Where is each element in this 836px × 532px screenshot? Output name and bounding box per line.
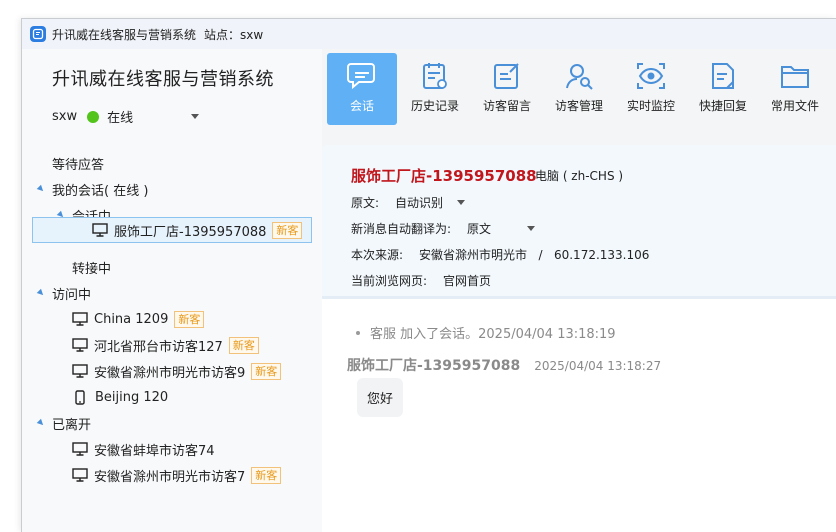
tree-item-label: 安徽省滁州市明光市访客7: [94, 469, 246, 485]
translate-target-select[interactable]: 原文: [467, 220, 491, 237]
tree-item-visitor[interactable]: Beijing 120: [72, 385, 168, 409]
toolbar-quick-reply-button[interactable]: 快捷回复: [687, 53, 759, 125]
monitor-icon: [72, 312, 88, 326]
tree-item-visitor[interactable]: China 1209 新客: [72, 307, 205, 331]
tree-group-waiting[interactable]: 等待应答: [52, 151, 104, 175]
chevron-down-icon[interactable]: [191, 114, 200, 119]
toolbar-label: 访客留言: [482, 99, 531, 113]
system-message: 客服 加入了会话。2025/04/04 13:18:19: [356, 323, 616, 342]
current-page-row: 当前浏览网页: 官网首页: [351, 272, 491, 289]
translate-label: 新消息自动翻译为:: [351, 222, 452, 236]
chevron-down-icon[interactable]: [457, 200, 466, 205]
history-icon: [423, 63, 447, 89]
monitor-icon: [72, 468, 88, 482]
title-bar: 升讯威在线客服与营销系统 站点：sxw: [22, 19, 836, 49]
toolbar-monitor-button[interactable]: 实时监控: [615, 53, 687, 125]
expand-triangle-icon[interactable]: [36, 418, 46, 428]
tree-item-left-visitor[interactable]: 安徽省蚌埠市访客74: [72, 437, 215, 461]
toolbar-files-button[interactable]: 常用文件: [759, 53, 831, 125]
expand-triangle-icon[interactable]: [36, 288, 46, 298]
monitor-icon: [72, 442, 88, 456]
visitor-device: 电脑 ( zh-CHS ): [535, 169, 624, 183]
visitor-name: 服饰工厂店-1395957088: [351, 167, 537, 185]
tree-group-my-sessions[interactable]: 我的会话( 在线 ): [36, 177, 149, 201]
toolbar-history-button[interactable]: 历史记录: [399, 53, 471, 125]
main-toolbar: 会话 历史记录 访客留言 访客管理 实时监控 快捷回复 常用文件: [327, 53, 831, 125]
left-panel: 升讯威在线客服与营销系统 sxw 在线 等待应答 我的会话( 在线 ) 会话中 …: [22, 49, 322, 532]
tree-group-transferring[interactable]: 转接中: [72, 255, 111, 279]
tree-item-label: China 1209: [94, 311, 169, 327]
quick-reply-icon: [712, 63, 734, 89]
toolbar-label: 快捷回复: [698, 99, 747, 113]
tree-group-visiting[interactable]: 访问中: [36, 281, 92, 305]
tree-group-label: 等待应答: [52, 157, 105, 173]
message-sender: 服饰工厂店-1395957088: [347, 358, 521, 374]
online-status-icon: [87, 110, 100, 123]
account-name: sxw: [52, 109, 78, 124]
toolbar-visitor-manage-button[interactable]: 访客管理: [543, 53, 615, 125]
status-label: 在线: [107, 111, 134, 126]
folder-icon: [781, 66, 809, 88]
system-message-text: 客服 加入了会话。2025/04/04 13:18:19: [370, 327, 616, 342]
toolbar-label: 实时监控: [626, 99, 675, 113]
app-window: 升讯威在线客服与营销系统 站点：sxw 升讯威在线客服与营销系统 sxw 在线 …: [21, 18, 836, 532]
current-page-label: 当前浏览网页:: [351, 274, 428, 288]
original-language-row: 原文: 自动识别: [351, 194, 466, 211]
monitor-icon: [72, 338, 88, 352]
source-value: 安徽省滁州市明光市 / 60.172.133.106: [419, 248, 650, 262]
tree-item-label: 服饰工厂店-1395957088: [114, 224, 267, 240]
tree-item-label: Beijing 120: [95, 389, 169, 405]
tree-group-left[interactable]: 已离开: [36, 411, 92, 435]
tree-group-label: 已离开: [52, 417, 92, 433]
brand-title: 升讯威在线客服与营销系统: [52, 69, 274, 90]
current-page-value: 官网首页: [443, 274, 492, 288]
original-language-select[interactable]: 自动识别: [395, 194, 443, 211]
tree-item-visitor[interactable]: 安徽省滁州市明光市访客9 新客: [72, 359, 282, 383]
chat-icon: [347, 63, 375, 90]
tree-item-visitor[interactable]: 河北省邢台市访客127 新客: [72, 333, 259, 357]
message-bubble: 您好: [357, 378, 404, 417]
source-label: 本次来源:: [351, 248, 404, 262]
toolbar-chat-button[interactable]: 会话: [327, 53, 397, 125]
tree-item-label: 河北省邢台市访客127: [94, 339, 223, 355]
source-row: 本次来源: 安徽省滁州市明光市 / 60.172.133.106: [351, 246, 649, 263]
chat-panel: 服饰工厂店-1395957088 电脑 ( zh-CHS ) 原文: 自动识别 …: [322, 145, 836, 532]
original-label: 原文:: [351, 196, 380, 210]
message-time: 2025/04/04 13:18:27: [534, 359, 662, 373]
toolbar-label: 常用文件: [770, 99, 819, 113]
account-status-selector[interactable]: sxw 在线: [52, 107, 200, 126]
monitor-icon: [72, 364, 88, 378]
new-visitor-badge: 新客: [272, 221, 303, 239]
visitor-info-panel: 服饰工厂店-1395957088 电脑 ( zh-CHS ) 原文: 自动识别 …: [322, 145, 836, 299]
tree-group-label: 我的会话( 在线 ): [52, 183, 149, 199]
expand-triangle-icon[interactable]: [36, 184, 46, 194]
translate-row: 新消息自动翻译为: 原文: [351, 220, 536, 237]
message-edit-icon: [494, 63, 519, 89]
phone-icon: [75, 389, 85, 405]
app-logo-icon: [30, 26, 46, 42]
message-header: 服饰工厂店-1395957088 2025/04/04 13:18:27: [347, 355, 661, 375]
new-visitor-badge: 新客: [174, 310, 205, 328]
toolbar-label: 历史记录: [410, 99, 459, 113]
chevron-down-icon[interactable]: [527, 226, 536, 231]
tree-group-label: 访问中: [52, 287, 92, 303]
new-visitor-badge: 新客: [251, 362, 282, 380]
tree-item-left-visitor[interactable]: 安徽省滁州市明光市访客7 新客: [72, 463, 282, 487]
bullet-icon: [356, 330, 360, 335]
toolbar-label: 访客管理: [554, 99, 603, 113]
new-visitor-badge: 新客: [228, 336, 259, 354]
monitor-icon: [92, 223, 108, 237]
tree-item-label: 安徽省滁州市明光市访客9: [94, 365, 246, 381]
new-visitor-badge: 新客: [251, 466, 282, 484]
window-site: 站点：sxw: [204, 27, 264, 42]
visitor-search-icon: [566, 64, 593, 90]
tree-item-label: 安徽省蚌埠市访客74: [94, 443, 215, 459]
toolbar-label: 会话: [349, 99, 374, 113]
tree-item-active-session[interactable]: 服饰工厂店-1395957088 新客: [32, 217, 312, 243]
window-title: 升讯威在线客服与营销系统: [52, 27, 197, 42]
eye-icon: [637, 63, 665, 89]
toolbar-messages-button[interactable]: 访客留言: [471, 53, 543, 125]
tree-group-label: 转接中: [72, 261, 112, 277]
